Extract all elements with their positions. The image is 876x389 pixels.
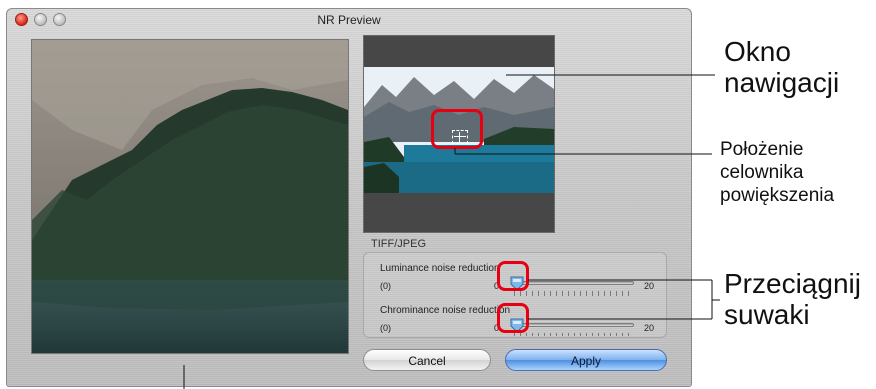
annotation-line: nawigacji	[724, 67, 840, 98]
annotation-line: Okno	[724, 36, 791, 67]
zoom-position-annotation: Położenie celownika powiększenia	[720, 138, 834, 207]
navigation-window-annotation: Okno nawigacji	[724, 36, 839, 98]
annotation-line: powiększenia	[720, 185, 835, 206]
drag-sliders-annotation: Przeciągnij suwaki	[724, 268, 861, 330]
annotation-line: Położenie	[720, 139, 804, 160]
annotation-line: Przeciągnij	[724, 268, 861, 299]
annotation-line: suwaki	[724, 299, 810, 330]
annotation-line: celownika	[720, 162, 804, 183]
